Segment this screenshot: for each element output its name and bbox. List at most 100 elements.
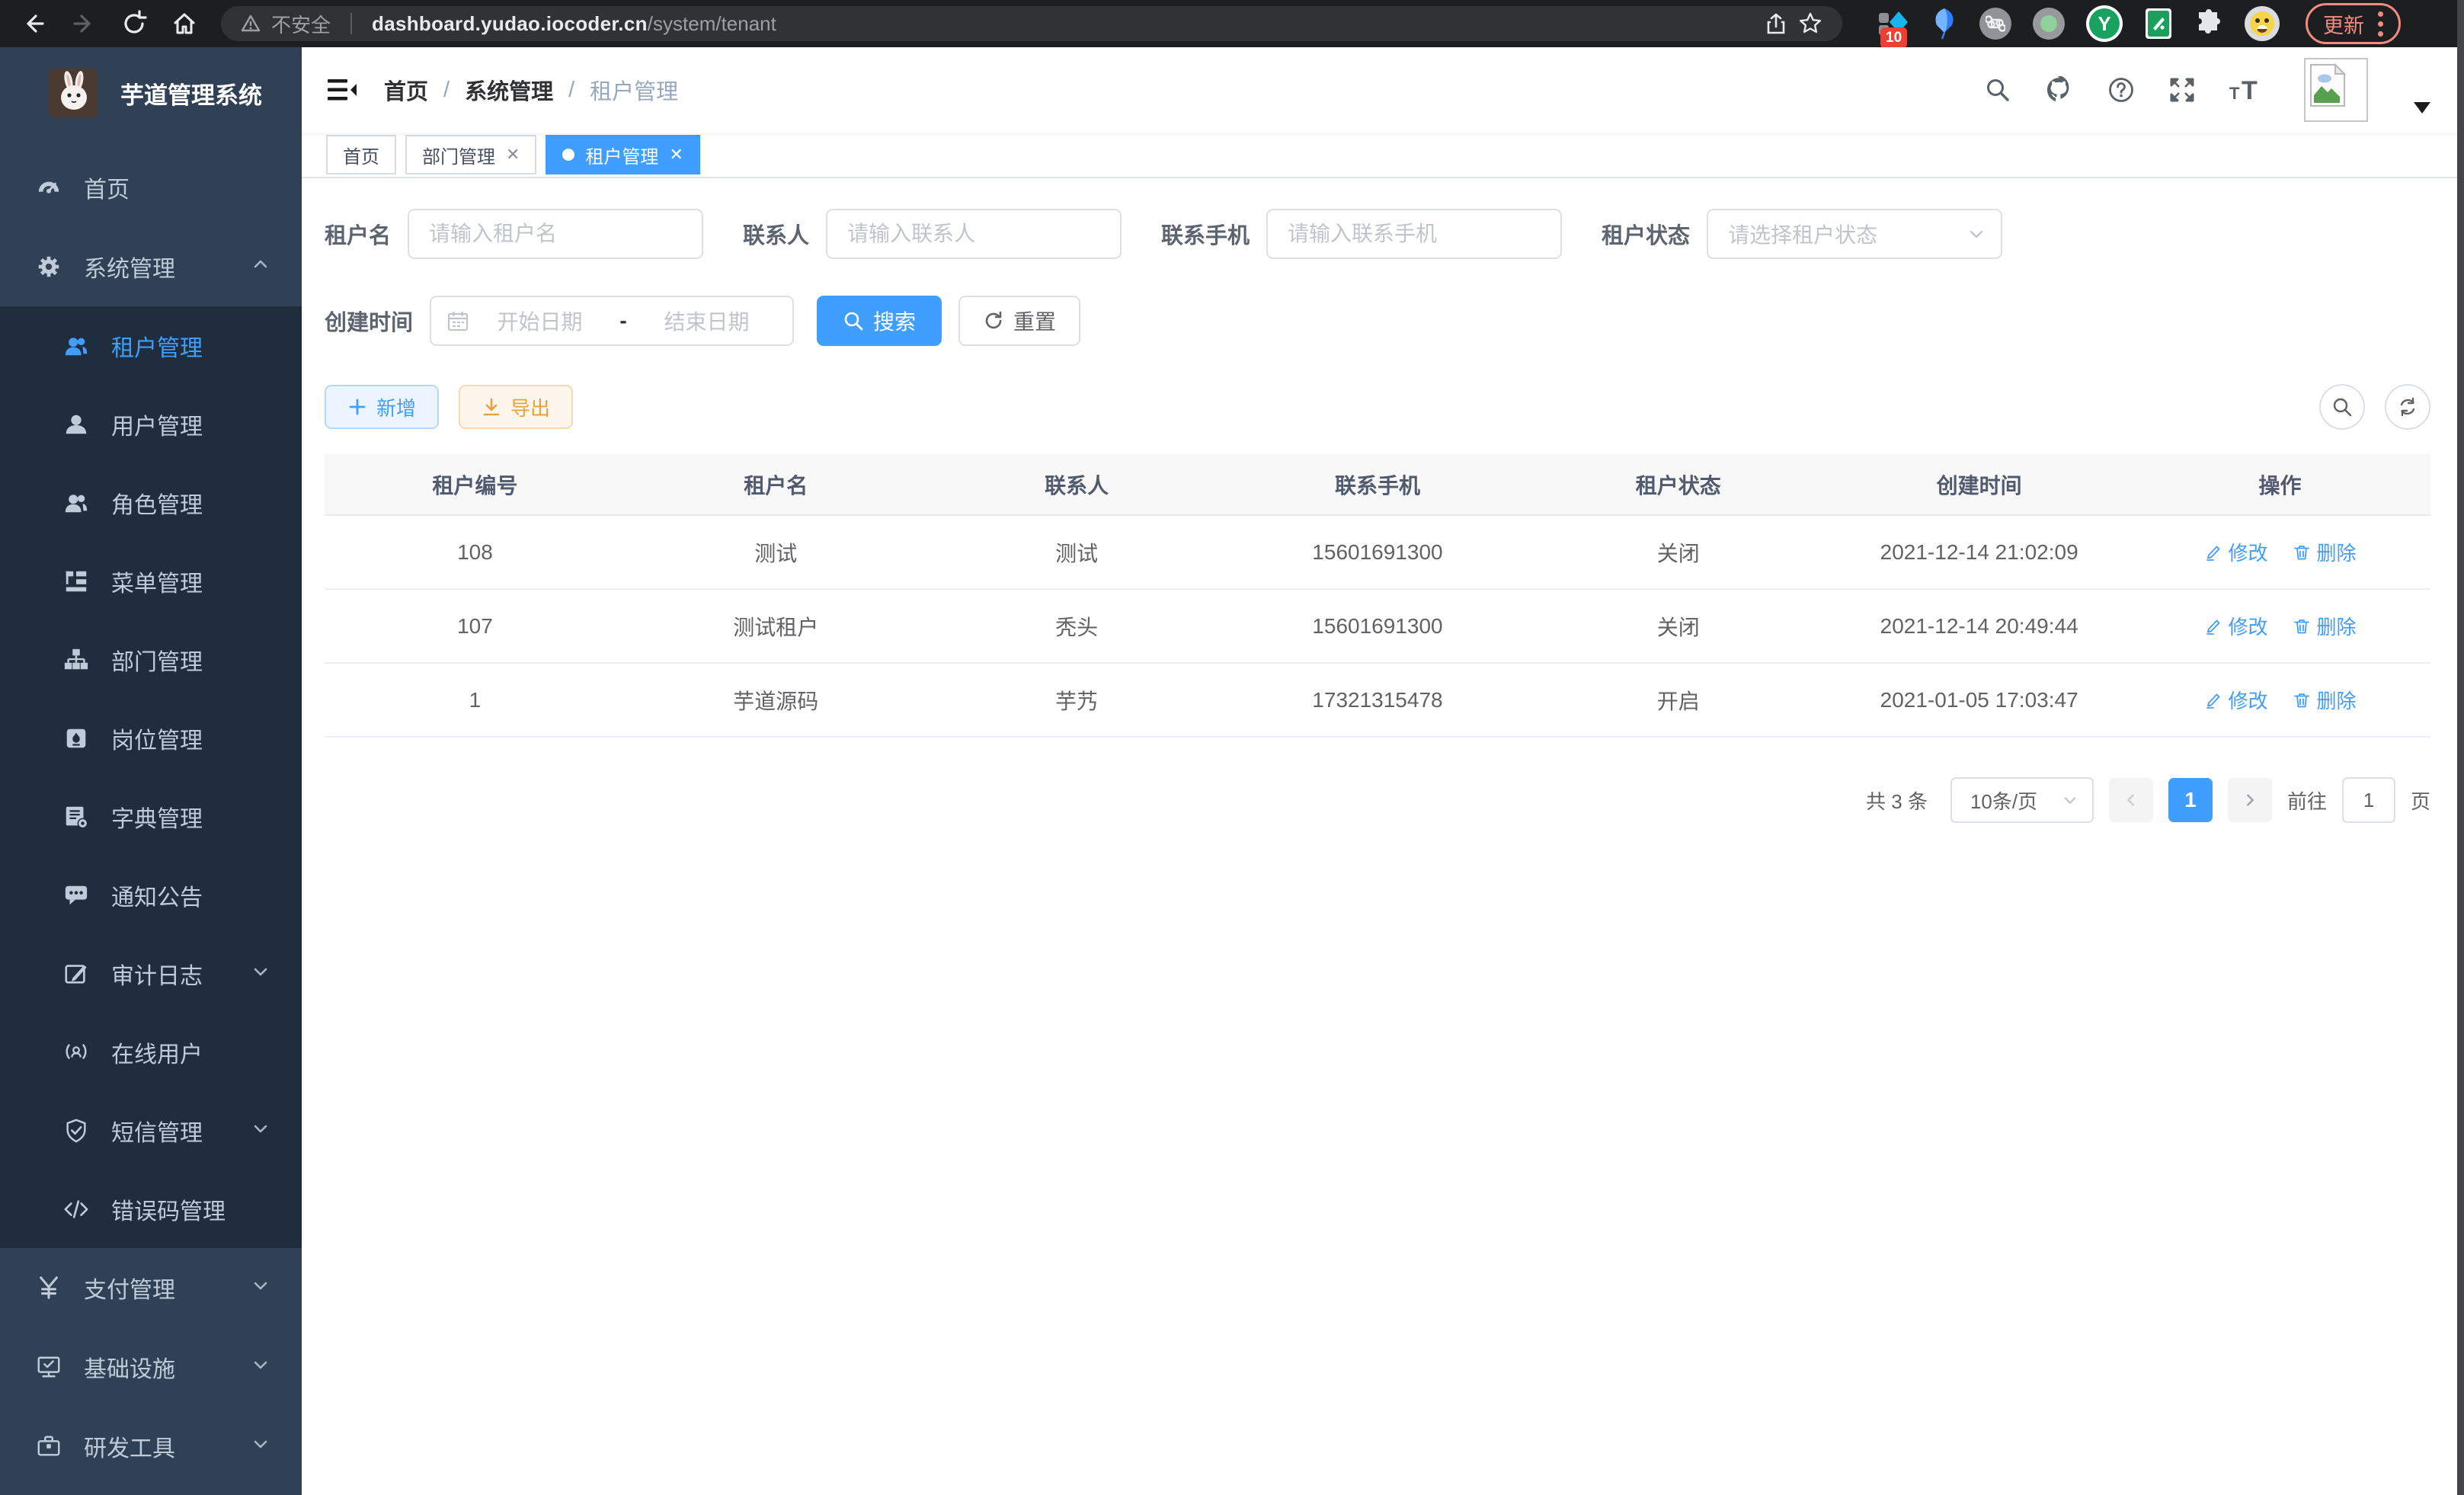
cell-mobile: 15601691300: [1227, 515, 1528, 589]
y-extension-icon: Y: [2086, 5, 2123, 42]
address-bar[interactable]: 不安全 dashboard.yudao.iocoder.cn/system/te…: [221, 6, 1842, 41]
green-extension-icon: [2144, 7, 2173, 40]
trash-icon: [2293, 691, 2311, 709]
status-select[interactable]: 请选择租户状态: [1707, 209, 2002, 259]
puzzle-icon: [2194, 9, 2223, 38]
page-number-1[interactable]: 1: [2168, 778, 2213, 822]
delete-button[interactable]: 删除: [2293, 538, 2357, 566]
browser-reload-button[interactable]: [120, 10, 148, 37]
pagination-total: 共 3 条: [1866, 786, 1928, 815]
extension-badge: 10: [1880, 27, 1907, 48]
browser-home-button[interactable]: [171, 10, 198, 37]
record-extension-icon: [2033, 8, 2065, 40]
github-button[interactable]: [2045, 76, 2074, 104]
export-button[interactable]: 导出: [459, 385, 573, 429]
sidebar-item-audit-log[interactable]: 审计日志: [0, 934, 302, 1013]
browser-back-button[interactable]: [20, 10, 47, 37]
tab-dept[interactable]: 部门管理 ✕: [405, 135, 536, 174]
bookmark-star-button[interactable]: [1798, 11, 1822, 36]
profile-avatar-button[interactable]: [2245, 6, 2280, 41]
search-button[interactable]: 搜索: [817, 296, 942, 346]
extension-record-button[interactable]: [2033, 8, 2065, 40]
table-header-row: 租户编号 租户名 联系人 联系手机 租户状态 创建时间 操作: [325, 454, 2430, 515]
header-search-button[interactable]: [1984, 76, 2011, 104]
edit-button[interactable]: 修改: [2204, 686, 2268, 714]
breadcrumb-home[interactable]: 首页: [384, 74, 428, 106]
sidebar-item-tenant[interactable]: 租户管理: [0, 306, 302, 385]
add-button-label: 新增: [376, 393, 416, 421]
date-end-placeholder[interactable]: 结束日期: [636, 306, 777, 336]
col-status: 租户状态: [1528, 454, 1829, 515]
sidebar-item-home[interactable]: 首页: [0, 148, 302, 227]
tab-home[interactable]: 首页: [326, 135, 396, 174]
sidebar-item-error-code[interactable]: 错误码管理: [0, 1170, 302, 1248]
sidebar-item-payment[interactable]: 支付管理: [0, 1248, 302, 1327]
browser-forward-button[interactable]: [70, 10, 98, 37]
page-size-select[interactable]: 10条/页: [1950, 777, 2094, 823]
sidebar-item-label: 租户管理: [111, 329, 203, 363]
logo-rabbit-image: [49, 69, 98, 117]
sidebar-item-label: 通知公告: [111, 879, 203, 912]
mobile-input[interactable]: [1266, 209, 1562, 259]
sidebar-collapse-button[interactable]: [326, 76, 358, 104]
extension-kite-button[interactable]: [1931, 7, 1958, 40]
sidebar-item-post[interactable]: 岗位管理: [0, 699, 302, 777]
date-start-placeholder[interactable]: 开始日期: [469, 306, 610, 336]
col-mobile: 联系手机: [1227, 454, 1528, 515]
tenant-name-input[interactable]: [408, 209, 703, 259]
reset-button[interactable]: 重置: [958, 296, 1080, 346]
sidebar-item-online-users[interactable]: 在线用户: [0, 1013, 302, 1091]
user-avatar[interactable]: [2304, 58, 2368, 122]
breadcrumb-system[interactable]: 系统管理: [465, 74, 553, 106]
sidebar-item-role[interactable]: 角色管理: [0, 463, 302, 542]
edit-button[interactable]: 修改: [2204, 612, 2268, 640]
delete-button[interactable]: 删除: [2293, 612, 2357, 640]
create-time-range-picker[interactable]: 开始日期 - 结束日期: [430, 296, 794, 346]
contact-input[interactable]: [826, 209, 1122, 259]
online-signal-icon: [62, 1039, 90, 1065]
svg-text:T: T: [2242, 76, 2258, 104]
search-icon: [2331, 396, 2353, 418]
share-button[interactable]: [1765, 12, 1787, 35]
extension-command-button[interactable]: [1979, 8, 2011, 40]
cell-mobile: 15601691300: [1227, 589, 1528, 663]
fullscreen-button[interactable]: [2168, 76, 2196, 104]
sidebar-item-system[interactable]: 系统管理: [0, 227, 302, 306]
col-tenant-name: 租户名: [626, 454, 926, 515]
message-icon: [62, 882, 90, 908]
extension-y-button[interactable]: Y: [2086, 5, 2123, 42]
close-icon[interactable]: ✕: [669, 146, 683, 163]
sidebar-item-user[interactable]: 用户管理: [0, 385, 302, 463]
refresh-icon: [2397, 396, 2418, 418]
close-icon[interactable]: ✕: [506, 146, 520, 163]
prev-page-button[interactable]: [2109, 778, 2153, 822]
delete-button[interactable]: 删除: [2293, 686, 2357, 714]
user-menu-caret[interactable]: [2414, 102, 2430, 114]
extensions-puzzle-button[interactable]: [2194, 9, 2223, 38]
refresh-table-button[interactable]: [2385, 384, 2430, 430]
sidebar-item-dict[interactable]: 字典管理: [0, 777, 302, 856]
sidebar-item-label: 基础设施: [84, 1350, 175, 1384]
sidebar-item-menu[interactable]: 菜单管理: [0, 542, 302, 620]
sidebar-item-notice[interactable]: 通知公告: [0, 856, 302, 934]
sidebar-item-infrastructure[interactable]: 基础设施: [0, 1327, 302, 1407]
add-button[interactable]: 新增: [325, 385, 439, 429]
help-button[interactable]: [2107, 76, 2135, 104]
sidebar-item-sms[interactable]: 短信管理: [0, 1091, 302, 1170]
app-logo[interactable]: 芋道管理系统: [0, 47, 302, 139]
omnibox-divider: [350, 13, 352, 34]
breadcrumb-separator: /: [568, 78, 574, 103]
goto-page-input[interactable]: [2342, 777, 2395, 823]
date-separator: -: [610, 309, 636, 333]
sidebar-item-dev-tools[interactable]: 研发工具: [0, 1407, 302, 1486]
tab-tenant[interactable]: 租户管理 ✕: [546, 135, 699, 174]
pagination: 共 3 条 10条/页 1 前往 页: [325, 777, 2430, 823]
toggle-search-button[interactable]: [2319, 384, 2365, 430]
font-size-button[interactable]: TT: [2229, 76, 2263, 104]
edit-button[interactable]: 修改: [2204, 538, 2268, 566]
extension-green-button[interactable]: [2144, 7, 2173, 40]
chrome-update-button[interactable]: 更新: [2306, 3, 2401, 44]
next-page-button[interactable]: [2228, 778, 2272, 822]
sidebar-item-dept[interactable]: 部门管理: [0, 620, 302, 699]
extension-diamond-button[interactable]: 10: [1876, 7, 1909, 40]
